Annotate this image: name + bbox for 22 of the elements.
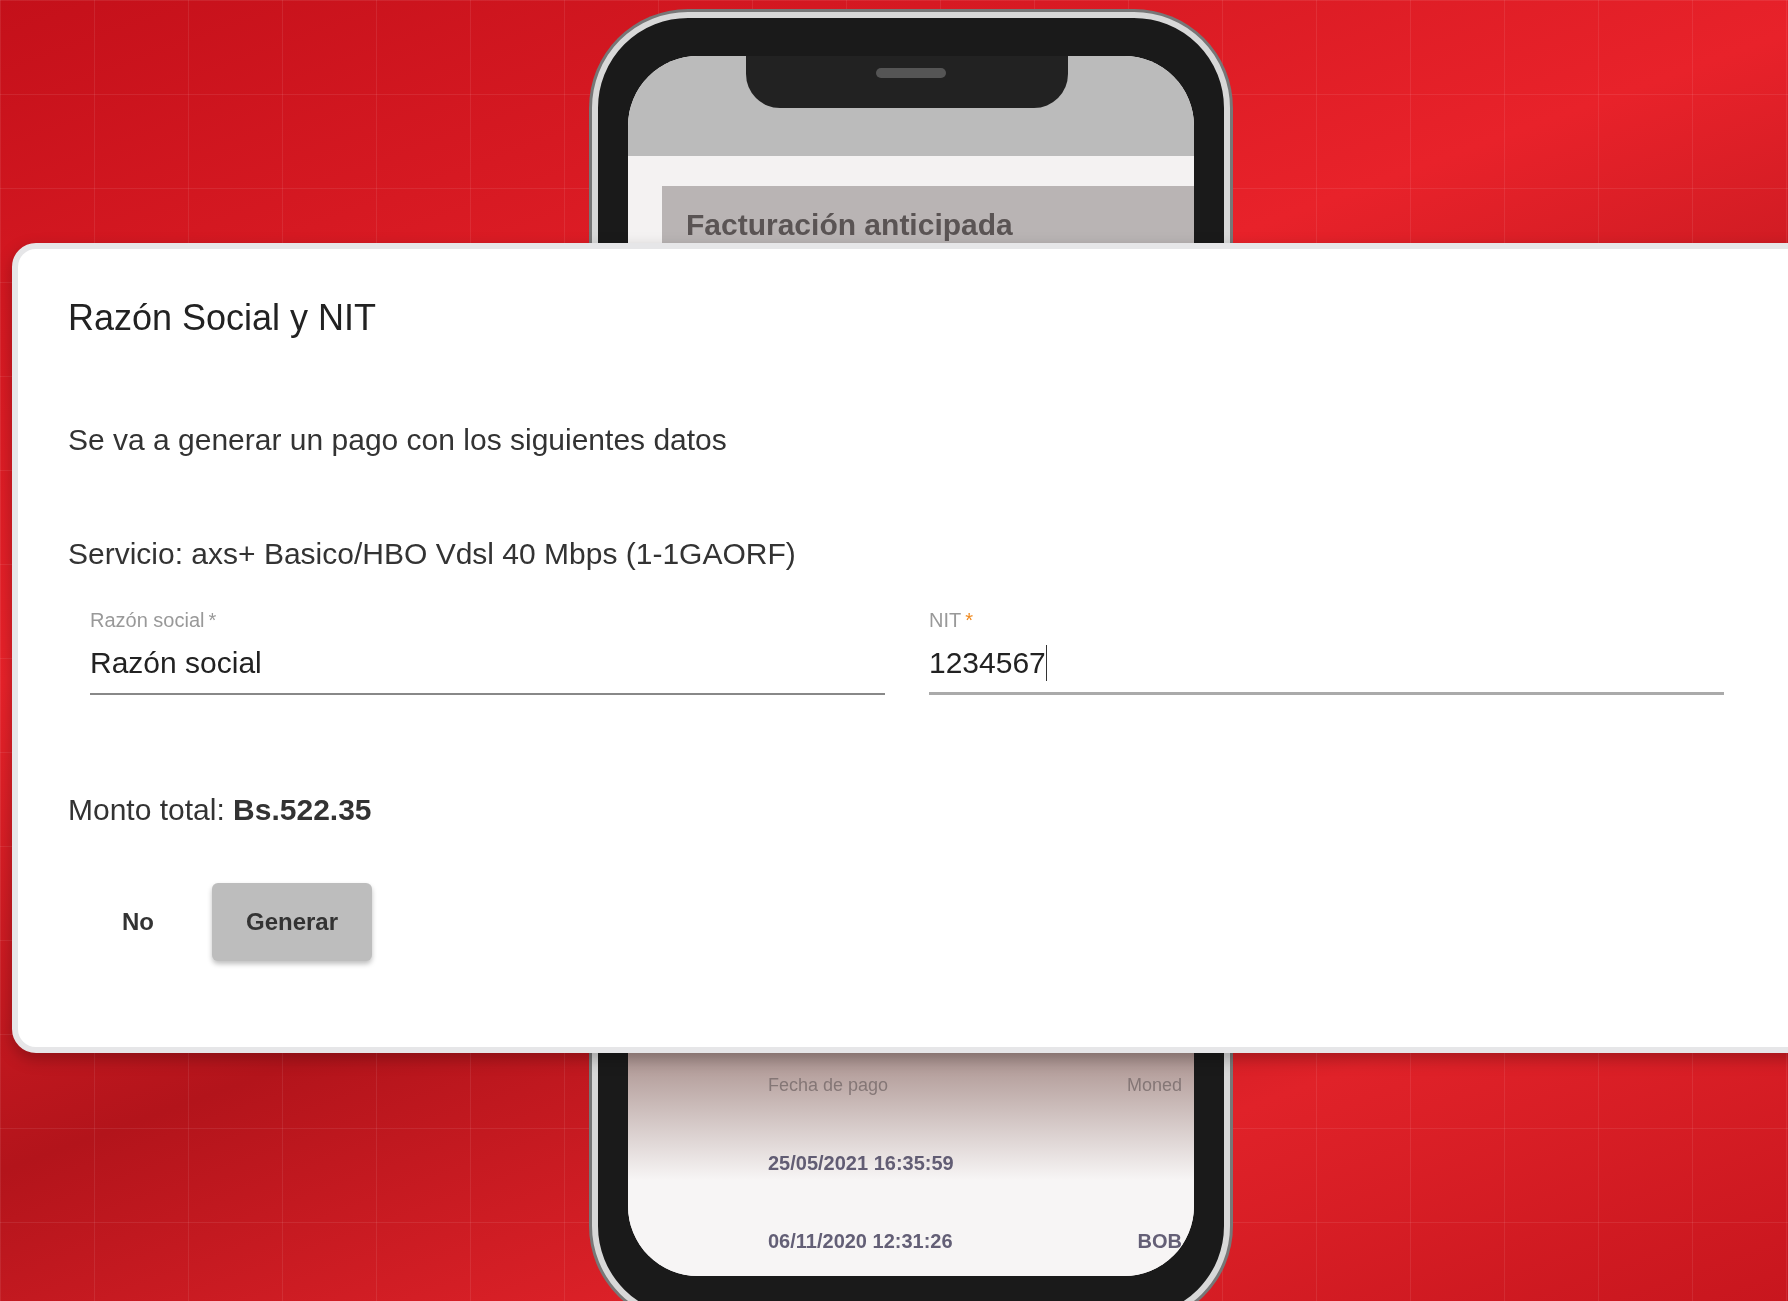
table-cell: 25/05/2021 16:35:59 [768, 1151, 954, 1175]
input-field[interactable]: NIT * 1234567 [929, 609, 1724, 695]
field-label: NIT [929, 609, 962, 632]
text-cursor [1045, 645, 1047, 681]
required-mark: * [208, 609, 217, 632]
no-button[interactable]: No [94, 883, 182, 961]
dialog-title: Razón Social y NIT [68, 297, 378, 339]
service-text: Servicio: axs+ Basico/HBO Vdsl 40 Mbps (1-1GAORF) [68, 537, 797, 571]
card-title: Facturación anticipada [686, 208, 1013, 241]
required-mark: * [965, 609, 973, 632]
field-value: Razón social [90, 646, 262, 680]
field-label: Razón social [90, 609, 205, 632]
speaker-grille [876, 68, 946, 78]
field-value: 1234567 [929, 646, 1046, 680]
table-cell: 06/11/2020 12:31:26 [768, 1229, 953, 1253]
generate-button[interactable]: Generar [212, 883, 373, 961]
table-cell: BOB [1137, 1229, 1182, 1253]
dialog-message: Se va a generar un pago con los siguientes datos [68, 423, 728, 457]
column-header: Moned [1126, 1074, 1182, 1096]
column-header: Fecha de pago [768, 1074, 889, 1096]
total-amount: Monto total: Bs.522.35 [68, 793, 373, 827]
input-field[interactable]: Razón social * Razón social [90, 609, 885, 695]
